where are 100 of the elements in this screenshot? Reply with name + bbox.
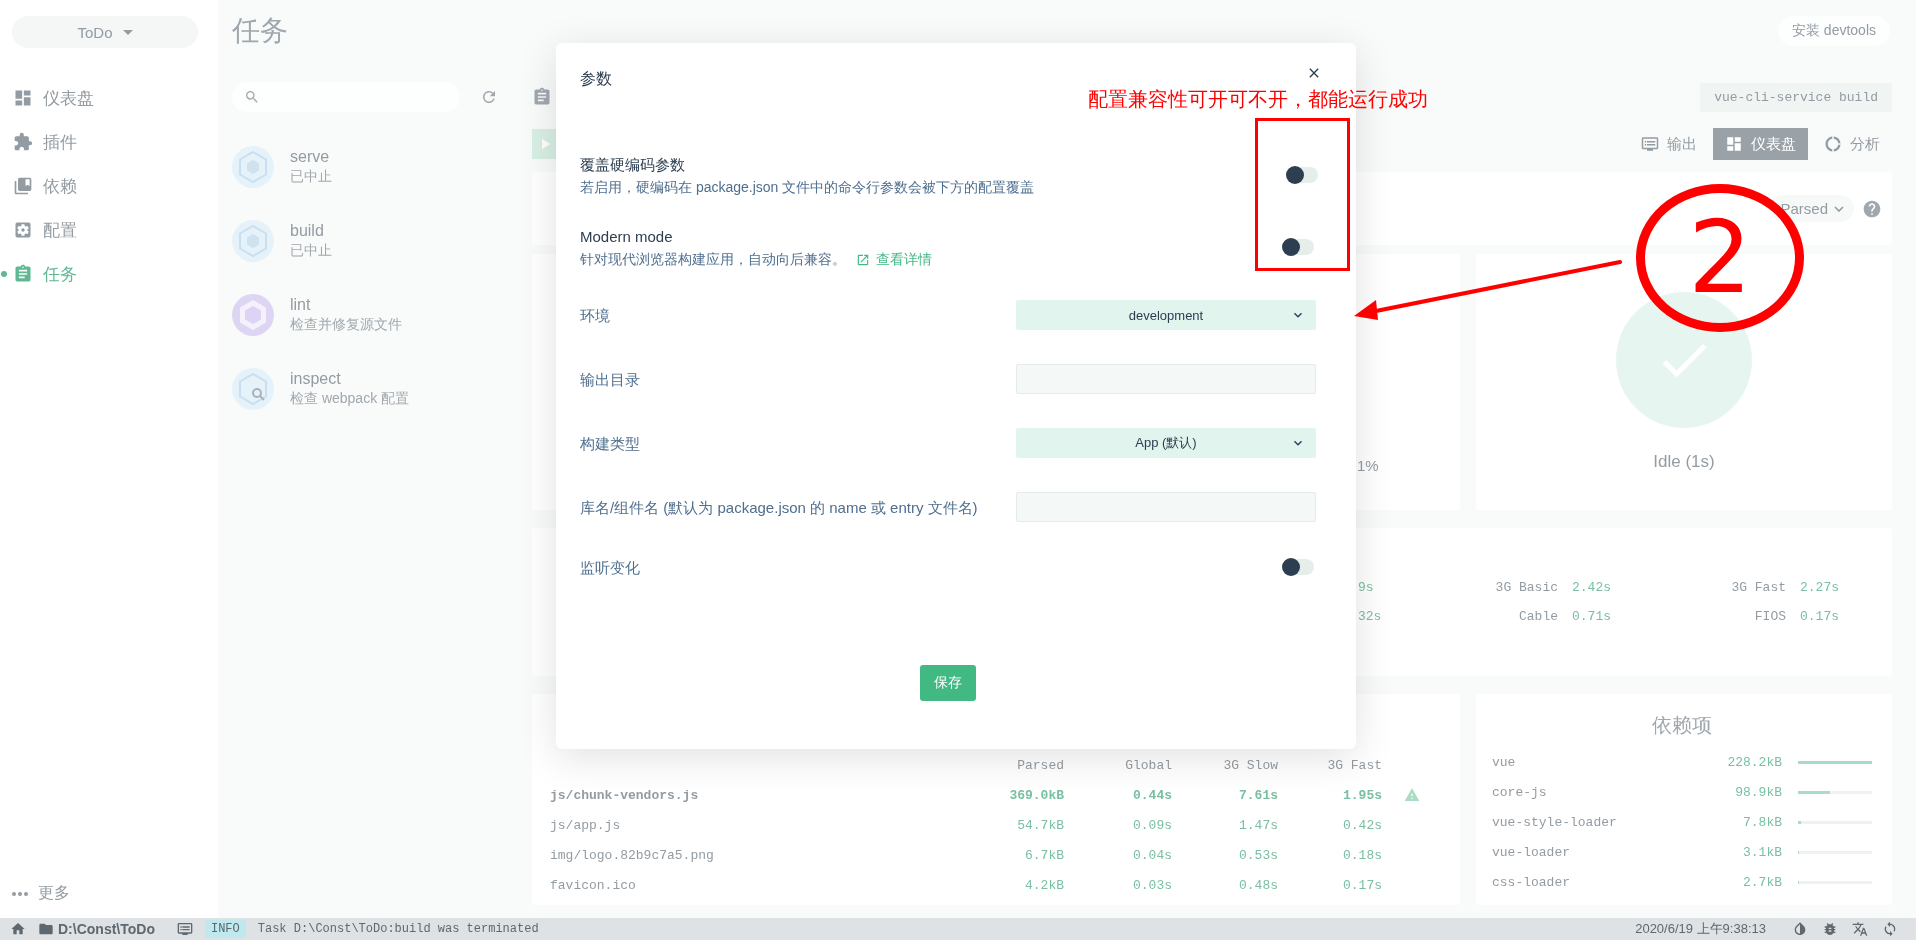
project-path[interactable]: D:\Const\ToDo	[58, 921, 155, 937]
table-cell-text: 1.47s	[1238, 817, 1278, 833]
translate-icon[interactable]	[1852, 921, 1868, 937]
task-status: 已中止	[290, 242, 332, 260]
task-name: inspect	[290, 370, 342, 388]
table-cell-text: 7.61s	[1238, 787, 1278, 803]
more-button[interactable]: 更多	[0, 883, 218, 904]
sync-icon[interactable]	[1882, 921, 1898, 937]
table-cell-text: favicon.ico	[550, 877, 637, 893]
view-tab[interactable]: 分析	[1812, 128, 1892, 160]
table-cell-text: 0.53s	[1238, 847, 1278, 863]
nav-item[interactable]: 任务	[0, 252, 218, 296]
field-label: 覆盖硬编码参数	[580, 154, 686, 175]
table-cell-text: 4.2kB	[1024, 877, 1064, 893]
log-level: INFO	[204, 920, 246, 938]
cube-search-icon	[232, 368, 274, 410]
save-button[interactable]: 保存	[920, 665, 976, 701]
table-cell-text: 0.42s	[1342, 817, 1382, 833]
speed-label: 3G Fast	[1730, 580, 1786, 595]
task-name: build	[290, 222, 325, 240]
external-link-icon	[856, 252, 870, 267]
select-dropdown[interactable]: development	[1016, 300, 1316, 330]
cube-icon	[232, 220, 274, 262]
view-tab[interactable]: 仪表盘	[1713, 128, 1808, 160]
speed-value: 0.71s	[1571, 609, 1612, 624]
status-text: Idle (1s)	[1653, 452, 1715, 472]
table-cell-text: 0.17s	[1342, 877, 1382, 893]
command-text: vue-cli-service build	[1700, 82, 1892, 112]
details-link[interactable]: 查看详情	[856, 250, 932, 269]
column-header: Global	[1124, 757, 1172, 773]
chevron-down-icon	[1834, 205, 1844, 212]
help-icon[interactable]	[1862, 198, 1882, 219]
monitor-icon[interactable]	[176, 921, 193, 937]
dashboard-icon	[13, 88, 33, 108]
nav-item[interactable]: 依赖	[0, 164, 218, 208]
home-icon[interactable]	[10, 921, 26, 937]
table-cell-text: 0.09s	[1132, 817, 1172, 833]
nav-item[interactable]: 仪表盘	[0, 76, 218, 120]
column-header: Parsed	[1016, 757, 1064, 773]
speed-value: 32s	[1358, 609, 1383, 624]
table-cell-text: 54.7kB	[1016, 817, 1064, 833]
page-title: 任务	[232, 14, 288, 48]
dependency-size: 3.1kB	[1742, 844, 1782, 860]
log-message: Task D:\Const\ToDo:build was terminated	[257, 922, 539, 936]
field-label: 库名/组件名 (默认为 package.json 的 name 或 entry 文件名)	[580, 497, 979, 518]
task-name: lint	[290, 296, 312, 314]
dependency-name: vue-loader	[1492, 844, 1571, 860]
monitor-icon	[1641, 135, 1659, 153]
install-devtools-button[interactable]: 安装 devtools	[1777, 16, 1890, 46]
input-field[interactable]	[1016, 364, 1316, 394]
task-item[interactable]: lint 检查并修复源文件	[232, 278, 508, 352]
task-status: 检查 webpack 配置	[290, 390, 410, 408]
task-item[interactable]: inspect 检查 webpack 配置	[232, 352, 508, 426]
dashboard-icon	[1725, 135, 1743, 153]
select-dropdown[interactable]: App (默认)	[1016, 428, 1316, 458]
warning-icon	[1404, 787, 1420, 803]
task-status: 检查并修复源文件	[290, 316, 402, 334]
table-cell-text: 0.03s	[1132, 877, 1172, 893]
date-time: 2020/6/19 上午9:38:13	[1635, 920, 1766, 938]
size-select[interactable]: Parsed	[1770, 195, 1854, 222]
field-description: 若启用，硬编码在 package.json 文件中的命令行参数会被下方的配置覆盖	[580, 178, 1035, 197]
task-item[interactable]: build 已中止	[232, 204, 508, 278]
progress-reading: 1%	[1357, 457, 1379, 474]
dependency-size: 98.9kB	[1734, 784, 1782, 800]
view-tab[interactable]: 输出	[1629, 128, 1709, 160]
dialog-title: 参数	[580, 69, 612, 89]
speed-value: 0.17s	[1799, 609, 1840, 624]
column-header: 3G Fast	[1326, 757, 1382, 773]
clipboard-icon	[532, 87, 552, 107]
nav-item[interactable]: 配置	[0, 208, 218, 252]
refresh-icon[interactable]	[480, 88, 498, 106]
dependency-name: css-loader	[1492, 874, 1571, 890]
speed-value: 9s	[1358, 580, 1375, 595]
table-cell-text: 6.7kB	[1024, 847, 1064, 863]
input-field[interactable]	[1016, 492, 1316, 522]
task-status: 已中止	[290, 168, 332, 186]
field-label: Modern mode	[580, 226, 674, 247]
task-name: serve	[290, 148, 331, 166]
table-cell-text: js/chunk-vendors.js	[550, 787, 700, 803]
project-selector[interactable]: ToDo	[12, 16, 198, 48]
dependency-size: 7.8kB	[1742, 814, 1782, 830]
dependency-name: core-js	[1492, 784, 1548, 800]
table-cell-text: img/logo.82b9c7a5.png	[550, 847, 715, 863]
field-label: 环境	[580, 305, 611, 326]
contrast-icon[interactable]	[1792, 921, 1808, 937]
speed-value: 2.27s	[1799, 580, 1840, 595]
folder-icon	[38, 921, 54, 937]
caret-icon	[122, 29, 133, 35]
field-label: 监听变化	[580, 557, 641, 578]
card-title: 依赖项	[1651, 713, 1713, 738]
bug-icon[interactable]	[1822, 921, 1838, 937]
search-field[interactable]	[232, 82, 460, 112]
dependency-size: 228.2kB	[1726, 754, 1782, 770]
table-cell-text: js/app.js	[550, 817, 622, 833]
task-item[interactable]: serve 已中止	[232, 130, 508, 204]
cube-icon	[232, 146, 274, 188]
speed-label: FIOS	[1753, 609, 1786, 624]
dependency-name: vue	[1492, 754, 1517, 770]
nav-item[interactable]: 插件	[0, 120, 218, 164]
settings-icon	[13, 220, 33, 240]
